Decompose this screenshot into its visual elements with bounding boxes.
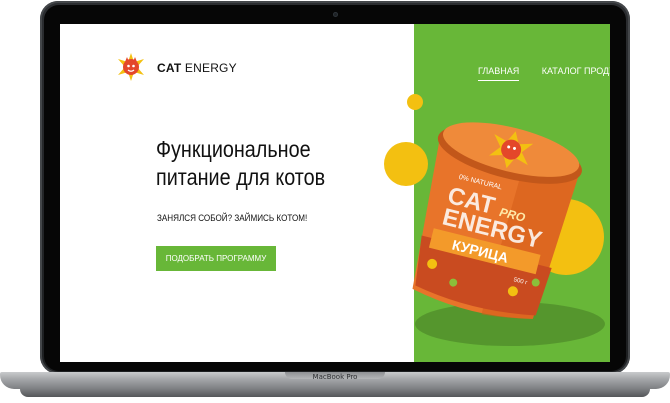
- nav-item-home[interactable]: ГЛАВНАЯ: [478, 65, 520, 81]
- hero-subtitle: ЗАНЯЛСЯ СОБОЙ? ЗАЙМИСЬ КОТОМ!: [157, 213, 308, 223]
- logo-wordmark[interactable]: CAT ENERGY: [157, 61, 237, 75]
- laptop-base-bottom: [20, 389, 650, 397]
- laptop-mockup: CAT ENERGY ГЛАВНАЯ КАТАЛОГ ПРОДУКЦИИ Фун…: [0, 0, 670, 403]
- logo-brand-light: ENERGY: [184, 61, 237, 75]
- product-jar-image: 0% NATURAL CAT PRO ENERGY КУРИЦА 500 г: [384, 94, 605, 346]
- jar-group: 0% NATURAL CAT PRO ENERGY КУРИЦА 500 г: [412, 122, 582, 319]
- hero-title: Функциональное питание для котов: [156, 136, 326, 190]
- main-navigation: ГЛАВНАЯ КАТАЛОГ ПРОДУКЦИИ: [478, 61, 610, 81]
- logo-brand: CAT: [157, 61, 182, 75]
- select-program-button[interactable]: ПОДОБРАТЬ ПРОГРАММУ: [156, 246, 276, 271]
- website-screen: CAT ENERGY ГЛАВНАЯ КАТАЛОГ ПРОДУКЦИИ Фун…: [60, 24, 610, 362]
- nav-item-catalog[interactable]: КАТАЛОГ ПРОДУКЦИИ: [542, 65, 610, 80]
- cat-logo-icon[interactable]: [116, 52, 146, 82]
- yellow-circle-small: [407, 94, 423, 110]
- device-label: MacBook Pro: [312, 373, 358, 381]
- yellow-circle-medium: [384, 142, 428, 186]
- camera-icon: [333, 12, 338, 17]
